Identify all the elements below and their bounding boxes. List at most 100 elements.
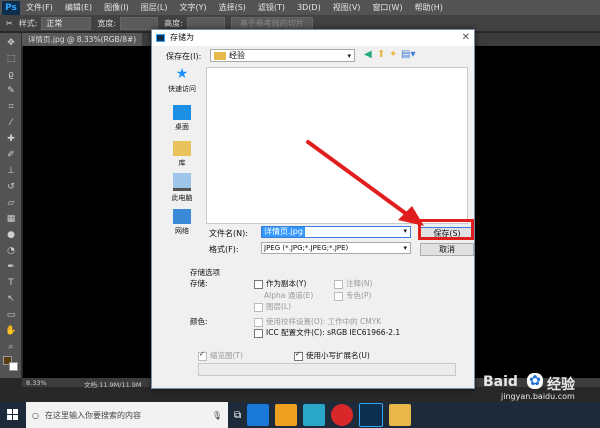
menu-3d[interactable]: 3D(D) xyxy=(291,3,327,12)
place-this-pc[interactable]: 此电脑 xyxy=(162,173,202,203)
places-bar: ★ 快速访问 桌面 库 此电脑 网络 xyxy=(162,67,202,267)
use-proof-label: 使用校样设置(O): 工作中的 CMYK xyxy=(266,317,382,326)
place-libraries[interactable]: 库 xyxy=(162,141,202,168)
watermark-brand-2: 经验 xyxy=(547,377,575,393)
menu-file[interactable]: 文件(F) xyxy=(20,2,59,13)
close-icon[interactable]: ✕ xyxy=(462,32,470,43)
menu-bar: Ps 文件(F) 编辑(E) 图像(I) 图层(L) 文字(Y) 选择(S) 滤… xyxy=(0,0,600,15)
slice-tool-icon[interactable]: ✂ xyxy=(6,19,13,28)
menu-filter[interactable]: 滤镜(T) xyxy=(252,2,291,13)
as-copy-label: 作为副本(Y) xyxy=(266,279,307,288)
taskbar-search[interactable]: ○ 在这里输入你要搜索的内容 🎙 xyxy=(26,402,228,428)
search-placeholder: 在这里输入你要搜索的内容 xyxy=(44,410,141,420)
marquee-tool-icon[interactable]: ⬚ xyxy=(4,53,18,65)
gradient-tool-icon[interactable]: ▦ xyxy=(4,213,18,225)
menu-select[interactable]: 选择(S) xyxy=(213,2,252,13)
dialog-title: 存储为 xyxy=(170,33,194,42)
file-explorer-icon[interactable] xyxy=(389,404,412,426)
blur-tool-icon[interactable]: ● xyxy=(4,229,18,241)
spot-label: 专色(P) xyxy=(346,291,372,300)
place-quick-access[interactable]: ★ 快速访问 xyxy=(162,67,202,94)
height-field[interactable] xyxy=(186,16,225,30)
type-tool-icon[interactable]: T xyxy=(4,277,18,289)
place-network[interactable]: 网络 xyxy=(162,209,202,236)
windows-start-icon[interactable] xyxy=(0,402,26,428)
options-title: 存储选项 xyxy=(190,268,220,277)
style-select[interactable]: 正常 xyxy=(41,16,92,30)
menu-type[interactable]: 文字(Y) xyxy=(173,2,212,13)
hand-tool-icon[interactable]: ✋ xyxy=(4,325,18,337)
spot-checkbox: 专色(P) xyxy=(334,290,371,301)
history-brush-icon[interactable]: ↺ xyxy=(4,181,18,193)
photoshop-taskbar-icon[interactable] xyxy=(359,403,384,427)
view-menu-icon[interactable]: ▤▾ xyxy=(401,49,415,60)
shape-tool-icon[interactable]: ▭ xyxy=(4,309,18,321)
filename-label: 文件名(N): xyxy=(209,229,248,238)
menu-layer[interactable]: 图层(L) xyxy=(135,2,174,13)
save-in-select[interactable]: 经验 ▾ xyxy=(210,49,355,62)
alpha-label: Alpha 通道(E) xyxy=(264,291,314,300)
dialog-titlebar[interactable]: 存储为 xyxy=(152,30,474,46)
style-label: 样式: xyxy=(18,18,38,28)
chevron-down-icon: ▾ xyxy=(347,52,351,60)
back-icon[interactable]: ◀ xyxy=(364,49,372,60)
slices-from-guides-button[interactable]: 基于参考线的切片 xyxy=(230,16,313,30)
path-select-icon[interactable]: ↖ xyxy=(4,293,18,305)
menu-window[interactable]: 窗口(W) xyxy=(366,2,408,13)
layers-checkbox: 图层(L) xyxy=(254,301,291,312)
format-label: 格式(F): xyxy=(209,245,239,254)
pen-tool-icon[interactable]: ✒ xyxy=(4,261,18,273)
new-folder-icon[interactable]: ✦ xyxy=(389,49,397,60)
place-desktop[interactable]: 桌面 xyxy=(162,105,202,132)
menu-image[interactable]: 图像(I) xyxy=(98,2,135,13)
zoom-tool-icon[interactable]: ⌕ xyxy=(4,341,18,353)
format-select[interactable]: JPEG (*.JPG;*.JPEG;*.JPE) ▾ xyxy=(261,242,411,254)
cancel-button[interactable]: 取消 xyxy=(420,243,474,256)
height-label: 高度: xyxy=(164,18,183,28)
menu-edit[interactable]: 编辑(E) xyxy=(59,2,98,13)
menu-view[interactable]: 视图(V) xyxy=(327,2,367,13)
color-label: 颜色: xyxy=(190,317,208,326)
taskbar-app-icon[interactable] xyxy=(275,404,298,426)
as-copy-checkbox[interactable]: 作为副本(Y) xyxy=(254,278,306,289)
taskbar-app-icon[interactable] xyxy=(247,404,270,426)
use-proof-checkbox: 使用校样设置(O): 工作中的 CMYK xyxy=(254,316,381,327)
folder-icon xyxy=(214,52,226,60)
document-tab[interactable]: 详情页.jpg @ 8.33%(RGB/8#) xyxy=(22,33,143,46)
network-icon xyxy=(173,209,191,224)
icc-checkbox[interactable]: ICC 配置文件(C): sRGB IEC61966-2.1 xyxy=(254,327,400,338)
menu-help[interactable]: 帮助(H) xyxy=(409,2,449,13)
library-icon xyxy=(173,141,191,156)
quick-select-tool-icon[interactable]: ✎ xyxy=(4,85,18,97)
dodge-tool-icon[interactable]: ◔ xyxy=(4,245,18,257)
baidu-watermark: Baid ✿ 经验 jingyan.baidu.com xyxy=(475,372,600,402)
move-tool-icon[interactable]: ✥ xyxy=(4,37,18,49)
computer-icon xyxy=(173,173,191,191)
watermark-brand: Baid xyxy=(483,374,518,390)
clone-stamp-icon[interactable]: ⊥ xyxy=(4,165,18,177)
notes-label: 注释(N) xyxy=(346,279,373,288)
up-folder-icon[interactable]: ⬆ xyxy=(377,49,385,60)
place-label: 快速访问 xyxy=(168,85,196,93)
lowercase-ext-checkbox[interactable]: 使用小写扩展名(U) xyxy=(294,350,370,361)
place-label: 网络 xyxy=(175,227,189,235)
width-field[interactable] xyxy=(120,16,159,30)
lasso-tool-icon[interactable]: ϱ xyxy=(4,69,18,81)
healing-brush-icon[interactable]: ✚ xyxy=(4,133,18,145)
photoshop-logo: Ps xyxy=(2,0,20,15)
thumbnail-checkbox: 缩览图(T) xyxy=(198,350,243,361)
brush-tool-icon[interactable]: ✐ xyxy=(4,149,18,161)
taskbar-app-icon[interactable] xyxy=(331,404,354,426)
microphone-icon[interactable]: 🎙 xyxy=(212,411,222,420)
eyedropper-tool-icon[interactable]: ⁄ xyxy=(4,117,18,129)
taskbar-app-icon[interactable] xyxy=(303,404,326,426)
star-icon: ★ xyxy=(175,66,189,82)
zoom-level[interactable]: 8.33% xyxy=(26,379,47,387)
warning-panel xyxy=(198,363,456,376)
task-view-icon[interactable]: ⧉ xyxy=(234,410,241,421)
background-color-swatch[interactable] xyxy=(9,362,18,371)
eraser-tool-icon[interactable]: ▱ xyxy=(4,197,18,209)
paw-icon: ✿ xyxy=(527,373,543,389)
crop-tool-icon[interactable]: ⌗ xyxy=(4,101,18,113)
filename-value: 详情页.jpg xyxy=(262,227,305,237)
